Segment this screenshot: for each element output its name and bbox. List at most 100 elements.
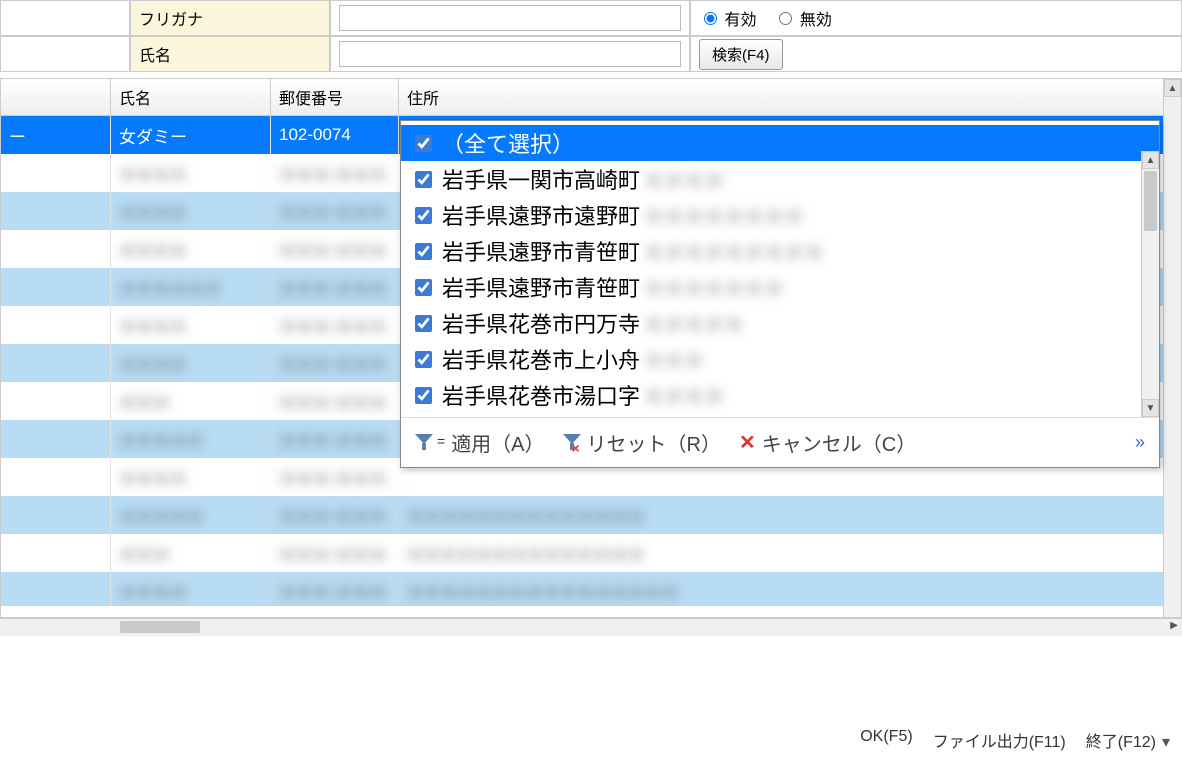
file-export-button[interactable]: ファイル出力(F11)	[933, 728, 1066, 752]
cell-postal: ＊＊＊-＊＊＊	[271, 192, 399, 230]
grid-header-postal[interactable]: 郵便番号	[271, 79, 399, 115]
radio-valid[interactable]: 有効	[699, 6, 756, 30]
cell-address: ＊＊＊＊＊＊＊＊＊＊＊＊＊＊	[399, 534, 1181, 572]
furigana-input-cell	[330, 0, 690, 36]
address-filter-popup: （全て選択） 岩手県一関市高崎町＊＊＊＊岩手県遠野市遠野町＊＊＊＊＊＊＊＊岩手県…	[400, 120, 1160, 468]
filter-scroll-up-icon[interactable]: ▲	[1142, 151, 1159, 169]
filter-item-checkbox[interactable]	[415, 243, 432, 260]
cell-prefix	[1, 230, 111, 268]
cell-postal: ＊＊＊-＊＊＊	[271, 382, 399, 420]
table-row[interactable]: ＊＊＊＊＊＊-＊＊＊＊＊＊＊＊＊＊＊＊＊＊＊＊＊	[1, 534, 1181, 572]
grid-vertical-scrollbar[interactable]: ▲	[1163, 79, 1181, 617]
cell-name: ＊＊＊＊	[111, 344, 271, 382]
cell-prefix	[1, 382, 111, 420]
filter-vertical-scrollbar[interactable]: ▲ ▼	[1141, 151, 1159, 417]
hscroll-thumb[interactable]	[120, 621, 200, 633]
more-chevrons-icon[interactable]: »	[1135, 432, 1145, 453]
cell-name: ＊＊＊	[111, 382, 271, 420]
cell-name: ＊＊＊＊＊	[111, 496, 271, 534]
filter-item-extra: ＊＊＊＊＊＊＊＊	[644, 201, 804, 230]
filter-reset-button[interactable]: × リセット（R）	[563, 428, 721, 457]
cell-postal: ＊＊＊-＊＊＊	[271, 306, 399, 344]
blank-cell-2	[0, 36, 130, 72]
filter-scroll-down-icon[interactable]: ▼	[1142, 399, 1159, 417]
cell-name: ＊＊＊＊	[111, 458, 271, 496]
cell-name: ＊＊＊＊	[111, 306, 271, 344]
filter-item-extra: ＊＊＊＊＊	[644, 309, 744, 338]
filter-item-checkbox[interactable]	[415, 315, 432, 332]
grid-header-blank[interactable]	[1, 79, 111, 115]
filter-item-checkbox[interactable]	[415, 279, 432, 296]
close-button[interactable]: 終了(F12)	[1086, 728, 1170, 752]
cell-prefix	[1, 268, 111, 306]
filter-list: （全て選択） 岩手県一関市高崎町＊＊＊＊岩手県遠野市遠野町＊＊＊＊＊＊＊＊岩手県…	[401, 121, 1159, 417]
filter-item[interactable]: 岩手県遠野市青笹町＊＊＊＊＊＊＊	[401, 269, 1159, 305]
cell-prefix	[1, 154, 111, 192]
filter-item-extra: ＊＊＊＊	[644, 381, 724, 410]
filter-item[interactable]: 岩手県花巻市湯口字＊＊＊＊	[401, 377, 1159, 413]
cell-prefix	[1, 344, 111, 382]
grid-header-name[interactable]: 氏名	[111, 79, 271, 115]
table-row[interactable]: ＊＊＊＊＊＊＊-＊＊＊＊＊＊＊＊＊＊＊＊＊＊＊＊＊＊＊	[1, 572, 1181, 606]
grid-horizontal-scrollbar[interactable]	[0, 618, 1182, 636]
grid-header-address[interactable]: 住所	[399, 79, 1181, 115]
cell-name: ＊＊＊	[111, 534, 271, 572]
cell-postal: 102-0074	[271, 116, 399, 154]
footer-bar: OK(F5) ファイル出力(F11) 終了(F12)	[860, 728, 1170, 752]
filter-actions: = 適用（A） × リセット（R） ✕ キャンセル（C） »	[401, 417, 1159, 467]
filter-item[interactable]: 岩手県遠野市青笹町＊＊＊＊＊＊＊＊＊	[401, 233, 1159, 269]
filter-apply-button[interactable]: = 適用（A）	[415, 428, 545, 457]
filter-item-extra: ＊＊＊	[644, 345, 704, 374]
filter-item-label: 岩手県花巻市円万寺	[442, 307, 640, 339]
filter-select-all[interactable]: （全て選択）	[401, 125, 1159, 161]
scroll-up-icon[interactable]: ▲	[1164, 79, 1181, 97]
blank-cell	[0, 0, 130, 36]
filter-item-checkbox[interactable]	[415, 171, 432, 188]
filter-item-extra: ＊＊＊＊	[644, 165, 724, 194]
filter-item[interactable]: 岩手県花巻市上小舟＊＊＊	[401, 341, 1159, 377]
cell-postal: ＊＊＊-＊＊＊	[271, 496, 399, 534]
name-label: 氏名	[130, 36, 330, 72]
cell-address: ＊＊＊＊＊＊＊＊＊＊＊＊＊＊＊＊	[399, 572, 1181, 606]
cell-name: 女ダミー	[111, 116, 271, 154]
filter-item-checkbox[interactable]	[415, 207, 432, 224]
filter-item[interactable]: 岩手県一関市高崎町＊＊＊＊	[401, 161, 1159, 197]
radio-invalid-input[interactable]	[779, 12, 792, 25]
cancel-x-icon: ✕	[739, 433, 756, 453]
cell-name: ＊＊＊＊	[111, 154, 271, 192]
filter-item-label: 岩手県一関市高崎町	[442, 163, 640, 195]
table-row[interactable]: ＊＊＊＊＊＊＊＊-＊＊＊＊＊＊＊＊＊＊＊＊＊＊＊＊＊	[1, 496, 1181, 534]
cell-name: ＊＊＊＊＊＊	[111, 268, 271, 306]
search-button[interactable]: 検索(F4)	[699, 39, 783, 70]
cell-name: ＊＊＊＊＊	[111, 420, 271, 458]
cell-address: ＊＊＊＊＊＊＊＊＊＊＊＊＊＊	[399, 496, 1181, 534]
filter-item-checkbox[interactable]	[415, 351, 432, 368]
cell-name: ＊＊＊＊	[111, 572, 271, 606]
cell-prefix	[1, 420, 111, 458]
grid-header: 氏名 郵便番号 住所	[1, 79, 1181, 116]
filter-item-label: 岩手県遠野市青笹町	[442, 271, 640, 303]
filter-item[interactable]: 岩手県花巻市円万寺＊＊＊＊＊	[401, 305, 1159, 341]
filter-scroll-thumb[interactable]	[1144, 171, 1157, 231]
cell-postal: ＊＊＊-＊＊＊	[271, 154, 399, 192]
filter-item-checkbox[interactable]	[415, 387, 432, 404]
radio-invalid[interactable]: 無効	[774, 6, 831, 30]
filter-reset-icon: ×	[563, 434, 581, 452]
cell-prefix	[1, 572, 111, 606]
filter-select-all-checkbox[interactable]	[415, 135, 432, 152]
cell-postal: ＊＊＊-＊＊＊	[271, 572, 399, 606]
cell-prefix	[1, 192, 111, 230]
filter-cancel-button[interactable]: ✕ キャンセル（C）	[739, 428, 916, 457]
name-input[interactable]	[339, 41, 681, 67]
cell-postal: ＊＊＊-＊＊＊	[271, 230, 399, 268]
filter-item-label: 岩手県遠野市遠野町	[442, 199, 640, 231]
filter-item[interactable]: 岩手県遠野市遠野町＊＊＊＊＊＊＊＊	[401, 197, 1159, 233]
radio-valid-input[interactable]	[704, 12, 717, 25]
cell-prefix	[1, 458, 111, 496]
cell-name: ＊＊＊＊	[111, 192, 271, 230]
filter-item-extra: ＊＊＊＊＊＊＊	[644, 273, 784, 302]
cell-prefix	[1, 496, 111, 534]
cell-prefix: ー	[1, 116, 111, 154]
ok-button[interactable]: OK(F5)	[860, 728, 912, 752]
furigana-input[interactable]	[339, 5, 681, 31]
